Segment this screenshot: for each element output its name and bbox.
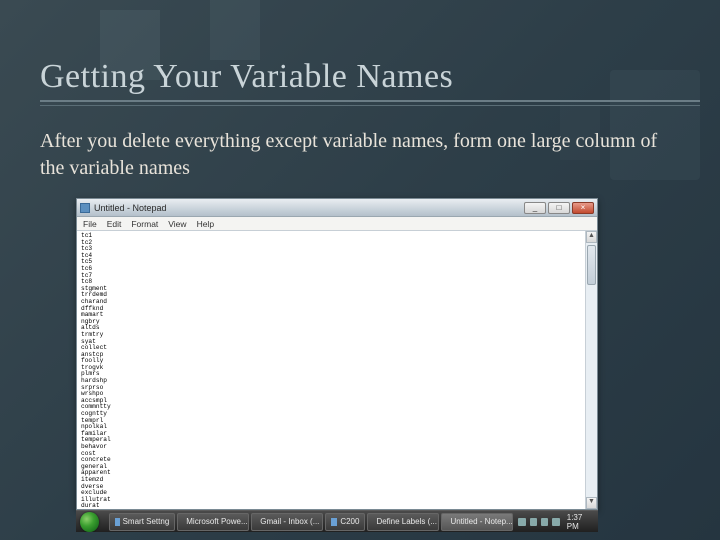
taskbar-item-active[interactable]: Untitled - Notep... xyxy=(441,513,513,531)
menu-edit[interactable]: Edit xyxy=(107,219,122,229)
tray-icon[interactable] xyxy=(552,518,559,526)
taskbar-label: C200 xyxy=(340,517,359,526)
notepad-text[interactable]: tc1 tc2 tc3 tc4 tc5 tc6 tc7 tc8 stgment … xyxy=(77,231,597,509)
decorative-block-2 xyxy=(210,0,260,60)
taskbar-label: Smart Settng xyxy=(123,517,170,526)
menu-help[interactable]: Help xyxy=(197,219,214,229)
notepad-icon xyxy=(80,203,90,213)
windows-taskbar: Smart Settng Microsoft Powe... Gmail - I… xyxy=(76,510,598,532)
scroll-thumb[interactable] xyxy=(587,245,596,285)
tray-icon[interactable] xyxy=(541,518,548,526)
taskbar-item[interactable]: Define Labels (... xyxy=(367,513,439,531)
scroll-down-arrow[interactable]: ▼ xyxy=(586,497,597,509)
taskbar-label: Microsoft Powe... xyxy=(186,517,247,526)
slide-title: Getting Your Variable Names xyxy=(40,58,453,96)
taskbar-item[interactable]: Microsoft Powe... xyxy=(177,513,249,531)
clock[interactable]: 1:37 PM xyxy=(564,513,594,531)
notepad-titlebar[interactable]: Untitled - Notepad _ □ × xyxy=(77,199,597,217)
notepad-title: Untitled - Notepad xyxy=(94,203,520,213)
tray-icon[interactable] xyxy=(518,518,525,526)
title-rule-bottom xyxy=(40,105,700,106)
tray-icon[interactable] xyxy=(530,518,537,526)
minimize-button[interactable]: _ xyxy=(524,202,546,214)
notepad-window: Untitled - Notepad _ □ × File Edit Forma… xyxy=(76,198,598,510)
scroll-up-arrow[interactable]: ▲ xyxy=(586,231,597,243)
app-icon xyxy=(115,518,119,526)
vertical-scrollbar[interactable]: ▲ ▼ xyxy=(585,231,597,509)
taskbar-item[interactable]: Gmail - Inbox (... xyxy=(251,513,323,531)
menu-format[interactable]: Format xyxy=(131,219,158,229)
taskbar-item[interactable]: Smart Settng xyxy=(109,513,175,531)
window-buttons: _ □ × xyxy=(524,202,594,214)
taskbar-label: Define Labels (... xyxy=(376,517,436,526)
start-button[interactable] xyxy=(80,512,99,532)
taskbar-label: Gmail - Inbox (... xyxy=(260,517,319,526)
menu-view[interactable]: View xyxy=(168,219,186,229)
notepad-menubar: File Edit Format View Help xyxy=(77,217,597,231)
taskbar-label: Untitled - Notep... xyxy=(450,517,512,526)
taskbar-item[interactable]: C200 xyxy=(325,513,365,531)
slide-body-text: After you delete everything except varia… xyxy=(40,128,680,182)
system-tray: 1:37 PM xyxy=(514,511,598,532)
maximize-button[interactable]: □ xyxy=(548,202,570,214)
title-rule-top xyxy=(40,100,700,102)
notepad-content: tc1 tc2 tc3 tc4 tc5 tc6 tc7 tc8 stgment … xyxy=(77,231,597,509)
app-icon xyxy=(331,518,337,526)
menu-file[interactable]: File xyxy=(83,219,97,229)
close-button[interactable]: × xyxy=(572,202,594,214)
